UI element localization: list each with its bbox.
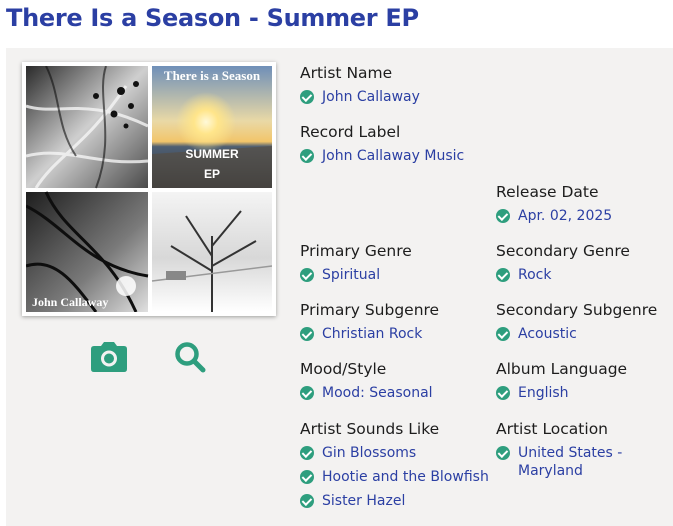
secondary-subgenre-label: Secondary Subgenre xyxy=(496,301,658,319)
check-circle-icon xyxy=(496,386,510,400)
primary-genre-field: Primary Genre Spiritual xyxy=(300,241,412,290)
cover-artist-text: John Callaway xyxy=(32,295,108,309)
artist-name-value: John Callaway xyxy=(300,88,420,106)
release-date-value: Apr. 02, 2025 xyxy=(496,207,612,225)
cover-tile-bottom-left xyxy=(26,191,149,312)
cover-tile-top-left xyxy=(26,66,149,189)
primary-genre-link[interactable]: Spiritual xyxy=(322,266,380,284)
cover-summer-text: SUMMER xyxy=(185,147,239,161)
sounds-like-link[interactable]: Hootie and the Blowfish xyxy=(322,468,489,486)
artist-sounds-like-value: Gin Blossoms xyxy=(300,444,489,462)
artist-sounds-like-field: Artist Sounds Like Gin Blossoms Hootie a… xyxy=(300,419,489,516)
artist-sounds-like-value: Sister Hazel xyxy=(300,492,489,510)
check-circle-icon xyxy=(496,209,510,223)
mood-style-field: Mood/Style Mood: Seasonal xyxy=(300,359,433,408)
camera-icon[interactable] xyxy=(90,341,128,377)
secondary-subgenre-link[interactable]: Acoustic xyxy=(518,325,577,343)
release-date-label: Release Date xyxy=(496,183,599,201)
primary-subgenre-label: Primary Subgenre xyxy=(300,301,440,319)
primary-subgenre-field: Primary Subgenre Christian Rock xyxy=(300,300,439,349)
cover-ep-text: EP xyxy=(204,167,220,181)
album-language-value: English xyxy=(496,384,627,402)
sounds-like-link[interactable]: Sister Hazel xyxy=(322,492,405,510)
sounds-like-link[interactable]: Gin Blossoms xyxy=(322,444,416,462)
secondary-genre-field: Secondary Genre Rock xyxy=(496,241,630,290)
album-language-label: Album Language xyxy=(496,360,628,378)
release-date-field: Release Date Apr. 02, 2025 xyxy=(496,182,612,231)
check-circle-icon xyxy=(300,386,314,400)
artist-name-link[interactable]: John Callaway xyxy=(322,88,420,106)
secondary-subgenre-value: Acoustic xyxy=(496,325,657,343)
release-date-link[interactable]: Apr. 02, 2025 xyxy=(518,207,612,225)
primary-genre-value: Spiritual xyxy=(300,266,412,284)
check-circle-icon xyxy=(300,446,314,460)
secondary-genre-label: Secondary Genre xyxy=(496,242,630,260)
secondary-genre-value: Rock xyxy=(496,266,630,284)
artist-name-field: Artist Name John Callaway xyxy=(300,63,420,112)
record-label-field: Record Label John Callaway Music xyxy=(300,122,464,171)
primary-subgenre-value: Christian Rock xyxy=(300,325,439,343)
primary-subgenre-link[interactable]: Christian Rock xyxy=(322,325,422,343)
primary-genre-label: Primary Genre xyxy=(300,242,412,260)
search-icon[interactable] xyxy=(174,341,206,377)
check-circle-icon xyxy=(300,327,314,341)
check-circle-icon xyxy=(300,268,314,282)
artist-sounds-like-label: Artist Sounds Like xyxy=(300,420,440,438)
check-circle-icon xyxy=(300,470,314,484)
details-panel: There is a Season SUMMER EP John Callawa… xyxy=(6,48,673,526)
mood-style-link[interactable]: Mood: Seasonal xyxy=(322,384,433,402)
artist-sounds-like-value: Hootie and the Blowfish xyxy=(300,468,489,486)
artist-location-label: Artist Location xyxy=(496,420,608,438)
album-cover-art: There is a Season SUMMER EP John Callawa… xyxy=(26,66,272,312)
secondary-subgenre-field: Secondary Subgenre Acoustic xyxy=(496,300,657,349)
check-circle-icon xyxy=(300,90,314,104)
record-label-value: John Callaway Music xyxy=(300,147,464,165)
album-language-link[interactable]: English xyxy=(518,384,569,402)
check-circle-icon xyxy=(496,268,510,282)
artist-name-label: Artist Name xyxy=(300,64,393,82)
cover-tile-bottom-right xyxy=(151,192,272,312)
record-label-link[interactable]: John Callaway Music xyxy=(322,147,464,165)
cover-title-text: There is a Season xyxy=(164,68,261,83)
check-circle-icon xyxy=(300,494,314,508)
check-circle-icon xyxy=(300,149,314,163)
record-label-label: Record Label xyxy=(300,123,401,141)
mood-style-value: Mood: Seasonal xyxy=(300,384,433,402)
page-title: There Is a Season - Summer EP xyxy=(6,4,419,32)
artist-location-link[interactable]: United States - Maryland xyxy=(518,444,634,480)
album-language-field: Album Language English xyxy=(496,359,627,408)
secondary-genre-link[interactable]: Rock xyxy=(518,266,551,284)
check-circle-icon xyxy=(496,327,510,341)
check-circle-icon xyxy=(496,446,510,460)
album-cover[interactable]: There is a Season SUMMER EP John Callawa… xyxy=(22,62,276,316)
artist-location-field: Artist Location United States - Maryland xyxy=(496,419,636,486)
artist-location-value: United States - Maryland xyxy=(496,444,636,480)
mood-style-label: Mood/Style xyxy=(300,360,387,378)
